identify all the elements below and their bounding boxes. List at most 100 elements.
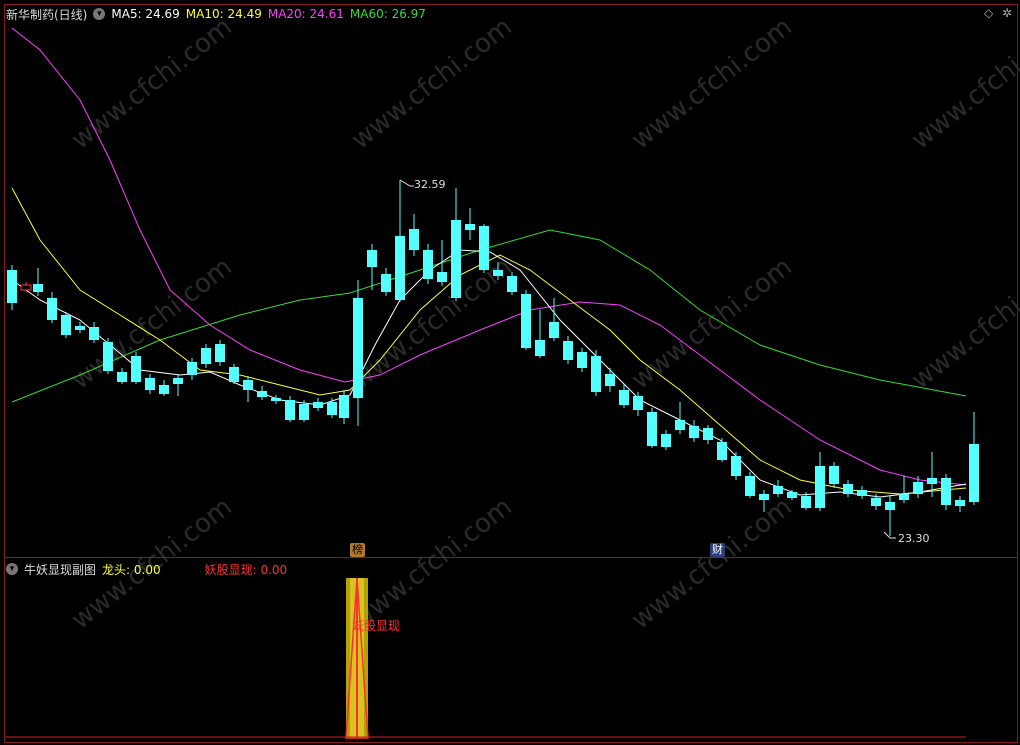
candle-body — [243, 380, 253, 390]
watermark-text: www.cfchi.com — [626, 12, 798, 156]
candle-body — [577, 352, 587, 368]
candle-body — [913, 482, 923, 494]
candle-body — [201, 348, 211, 364]
candle-body — [423, 250, 433, 279]
high-marker-line — [399, 179, 414, 187]
pane-divider[interactable] — [4, 557, 1018, 558]
ma10-label: MA10: 24.49 — [185, 7, 262, 21]
watermark-text: www.cfchi.com — [346, 12, 518, 156]
candle-body — [229, 367, 239, 382]
candle-body — [717, 442, 727, 460]
candlestick-chart[interactable]: www.cfchi.com www.cfchi.com www.cfchi.com w… — [0, 0, 1020, 745]
candle-body — [271, 398, 281, 401]
candle-body — [549, 322, 559, 338]
candle-body — [117, 372, 127, 382]
watermark-text: www.cfchi.com — [66, 12, 238, 156]
candle-body — [605, 374, 615, 386]
candle-body — [493, 270, 503, 276]
yaogu-signal-label: 妖股显现 — [352, 619, 401, 633]
candle-body — [89, 327, 99, 340]
candle-body — [787, 492, 797, 498]
candle-body — [661, 434, 671, 447]
chevron-down-icon[interactable]: ▾ — [93, 8, 106, 20]
watermark-text: www.cfchi.com — [906, 252, 1020, 396]
candle-body — [395, 236, 405, 300]
bang-badge[interactable]: 榜 — [350, 543, 365, 557]
candle-body — [187, 362, 197, 375]
candle-body — [633, 396, 643, 410]
candle-body — [899, 494, 909, 500]
candle-body — [339, 395, 349, 418]
candle-body — [103, 342, 113, 371]
candle-body — [885, 502, 895, 510]
candle-body — [75, 326, 85, 330]
candle-body — [313, 402, 323, 408]
watermark-text: www.cfchi.com — [346, 492, 518, 636]
candle-body — [647, 412, 657, 446]
candle-body — [801, 496, 811, 508]
candle-body — [703, 428, 713, 440]
candle-body — [969, 444, 979, 502]
candle-body — [815, 466, 825, 508]
candle-body — [409, 229, 419, 250]
watermark-text: www.cfchi.com — [906, 12, 1020, 156]
watermark-text: www.cfchi.com — [626, 252, 798, 396]
yaogu-label: 妖股显现: 0.00 — [204, 562, 288, 577]
candle-body — [479, 226, 489, 270]
candle-body — [689, 426, 699, 438]
candle-body — [299, 404, 309, 420]
candle-body — [843, 484, 853, 494]
candle-body — [353, 298, 363, 398]
chevron-down-icon[interactable]: ▾ — [6, 563, 18, 575]
candle-body — [759, 494, 769, 500]
candle-body — [47, 298, 57, 320]
sub-legend: ▾ 牛妖显现副图 龙头: 0.00 妖股显现: 0.00 — [6, 560, 293, 578]
candle-body — [437, 272, 447, 282]
candle-body — [173, 378, 183, 384]
candle-body — [20, 284, 32, 291]
candle-body — [131, 356, 141, 382]
candle-body — [327, 402, 337, 415]
candle-body — [257, 391, 267, 397]
candle-body — [507, 276, 517, 292]
ma20-label: MA20: 24.61 — [267, 7, 344, 21]
low-price-label: 23.30 — [898, 532, 930, 545]
ma5-label: MA5: 24.69 — [111, 7, 180, 21]
candle-body — [451, 220, 461, 298]
candle-body — [955, 500, 965, 506]
candle-body — [829, 466, 839, 484]
sub-title[interactable]: 牛妖显现副图 — [24, 561, 96, 578]
candle-body — [61, 315, 71, 335]
candle-body — [871, 498, 881, 506]
cai-badge[interactable]: 财 — [710, 543, 725, 557]
candle-body — [521, 294, 531, 348]
candle-body — [591, 356, 601, 392]
candle-body — [563, 341, 573, 360]
ma60-label: MA60: 26.97 — [349, 7, 426, 21]
high-price-label: 32.59 — [414, 178, 446, 191]
candle-body — [465, 224, 475, 230]
gear-icon[interactable]: ✲ — [1002, 6, 1012, 20]
candle-body — [745, 476, 755, 496]
candle-body — [33, 284, 43, 292]
candle-body — [941, 478, 951, 505]
candle-body — [285, 400, 295, 420]
candle-body — [619, 390, 629, 405]
candle-body — [145, 378, 155, 390]
longtou-label: 龙头: 0.00 — [102, 562, 161, 577]
candle-body — [857, 490, 867, 496]
candle-body — [7, 270, 17, 303]
candle-body — [159, 385, 169, 394]
candle-body — [381, 274, 391, 292]
main-legend: 新华制药(日线) ▾ MA5: 24.69 MA10: 24.49 MA20: … — [6, 5, 432, 23]
watermark-text: www.cfchi.com — [626, 492, 798, 636]
candle-body — [367, 250, 377, 267]
candle-body — [675, 420, 685, 430]
candle-body — [731, 456, 741, 476]
candle-body — [927, 478, 937, 484]
stock-title[interactable]: 新华制药(日线) — [6, 6, 87, 23]
candle-body — [535, 340, 545, 356]
diamond-icon[interactable]: ◇ — [984, 6, 993, 20]
candle-body — [215, 344, 225, 362]
candle-body — [773, 486, 783, 494]
